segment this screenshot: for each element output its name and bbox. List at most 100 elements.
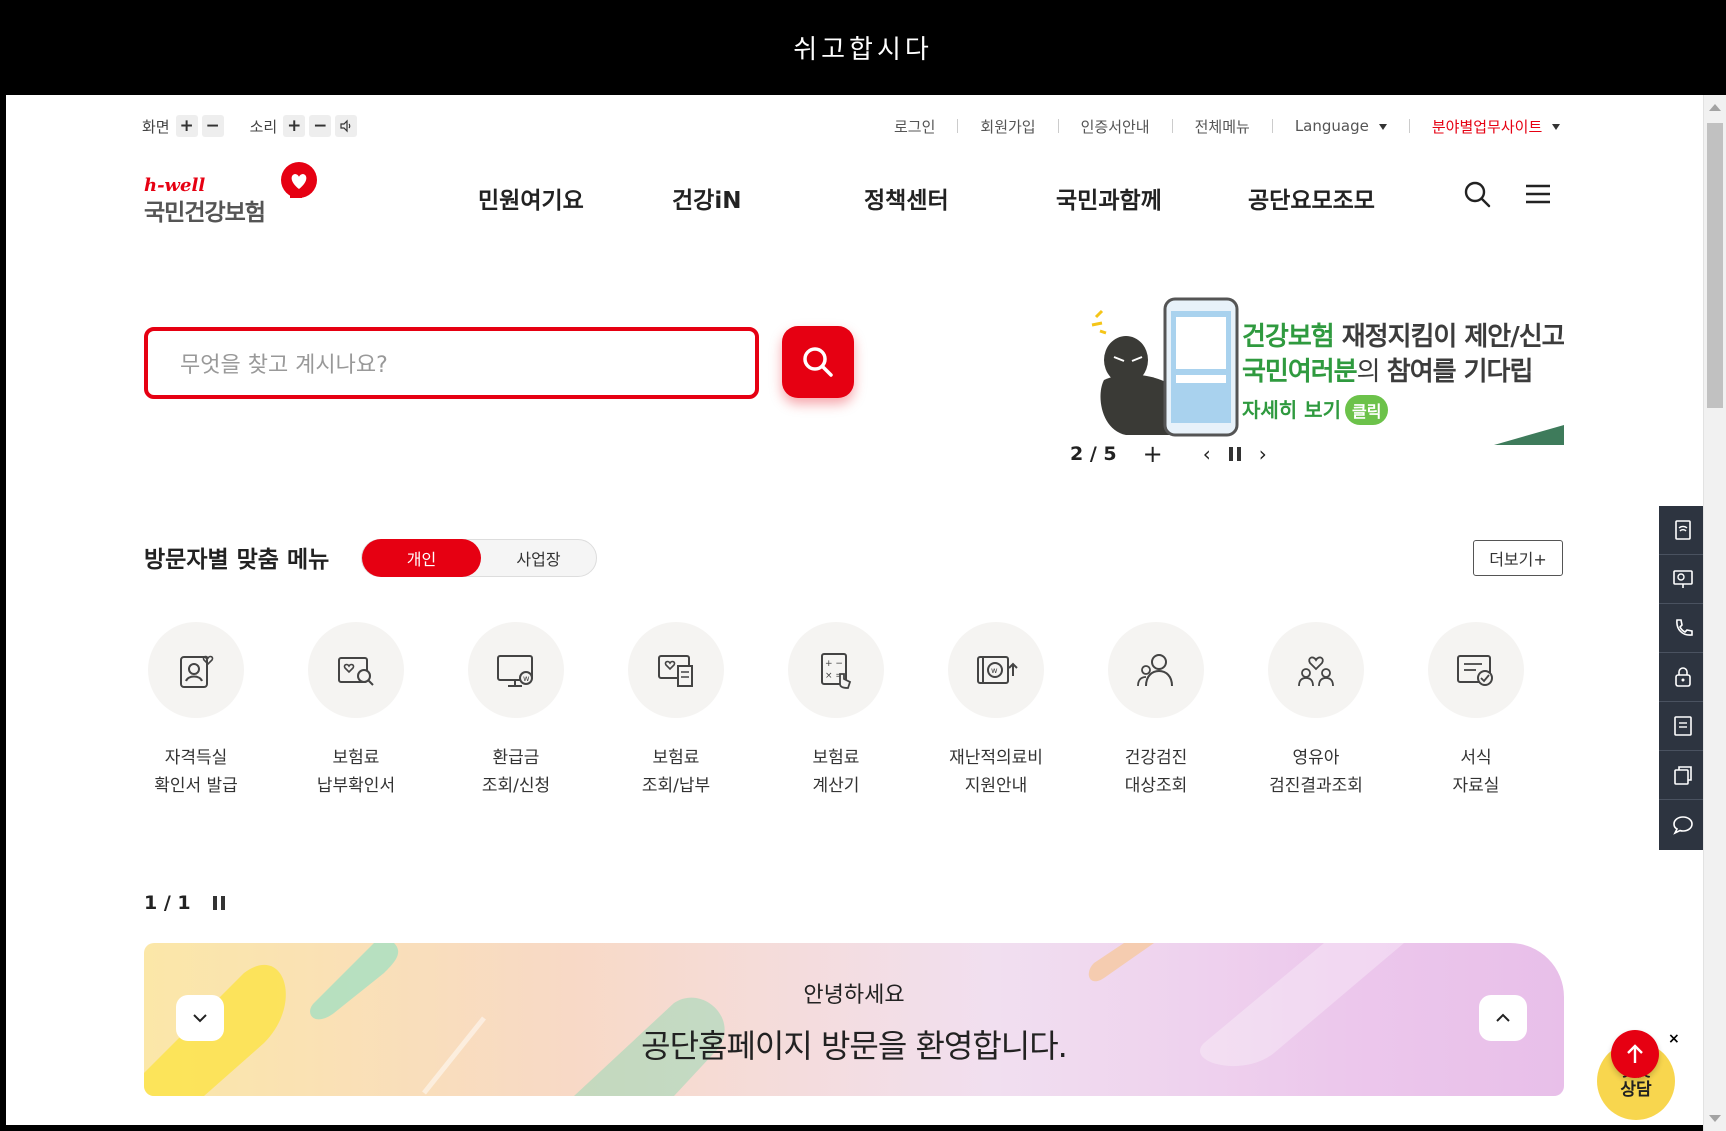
utility-links: 로그인 회원가입 인증서안내 전체메뉴 Language 분야별업무사이트 [894,114,1561,138]
chevron-up-icon [1496,1013,1510,1022]
quick-menu-label: 재난적의료비 지원안내 [949,748,1043,796]
quick-menu-label: 건강검진 대상조회 [1124,748,1188,796]
site-logo[interactable]: h-well 국민건강보험 [144,161,324,226]
quick-copy-icon[interactable] [1659,751,1707,800]
chevron-down-icon [193,1014,207,1023]
quick-menu-item[interactable]: 보험료 납부확인서 [291,622,421,800]
quick-menu-page-count: 1 / 1 [144,892,191,914]
arrow-up-icon [1627,1044,1643,1063]
nav-health-in[interactable]: 건강iN [672,181,741,215]
pause-icon[interactable] [212,896,225,910]
window-title: 쉬고합시다 [0,0,1726,95]
chevron-left-icon[interactable]: ‹ [1203,442,1211,466]
signup-link[interactable]: 회원가입 [980,116,1035,137]
calculator-icon: + − × = [788,622,884,718]
quick-phone-icon[interactable] [1659,604,1707,653]
caret-down-icon [1378,123,1387,130]
chevron-right-icon[interactable]: › [1259,442,1267,466]
refund-monitor-icon: w [468,622,564,718]
quick-document-icon[interactable] [1659,506,1707,555]
banner-headline-2: 국민여러분의 참여를 기다립 [1242,357,1533,387]
quick-menu-item[interactable]: w 환급금 조회/신청 [451,622,581,800]
welcome-banner: 안녕하세요 공단홈페이지 방문을 환영합니다. [144,943,1564,1096]
screen-zoom-in-button[interactable]: + [175,115,198,137]
business-sites-label: 분야별업무사이트 [1431,117,1543,136]
search-placeholder: 무엇을 찾고 계시나요? [180,353,388,378]
quick-menu-label: 서식 자료실 [1452,748,1500,796]
quick-lock-icon[interactable] [1659,653,1707,702]
main-search-input[interactable]: 무엇을 찾고 계시나요? [144,327,759,399]
screen-size-label: 화면 [142,117,170,136]
chatbot-close-button[interactable]: × [1668,1031,1680,1047]
welcome-deco-shapes [144,943,1404,1096]
certificate-guide-link[interactable]: 인증서안내 [1081,116,1150,137]
page-scrollbar[interactable] [1703,95,1726,1131]
scroll-top-button[interactable] [1611,1030,1659,1078]
divider [1408,119,1410,133]
quick-menu-label: 보험료 조회/납부 [641,748,711,796]
visitor-type-toggle: 개인 사업장 [361,539,597,577]
phone-illustration [1091,297,1239,437]
quick-menu-item[interactable]: 서식 자료실 [1411,622,1541,800]
quick-menu-item[interactable]: + − × = 보험료 계산기 [771,622,901,800]
language-label: Language [1294,117,1369,135]
promo-banner[interactable]: 건강보험 재정지킴이 제안/신고 국민여러분의 참여를 기다립 자세히 보기 클릭 [1066,295,1564,445]
divider [957,119,959,133]
click-badge: 클릭 [1344,395,1389,425]
right-quick-bar [1659,506,1707,850]
premium-pay-icon [628,622,724,718]
accessibility-controls: 화면 + − 소리 + − [142,114,361,138]
pause-icon[interactable] [1228,447,1241,461]
welcome-greeting: 안녕하세요 [803,983,905,1008]
payment-confirm-icon [308,622,404,718]
quick-menu-label: 보험료 계산기 [812,748,860,796]
visitor-menu-title: 방문자별 맞춤 메뉴 [144,547,330,573]
business-sites-dropdown[interactable]: 분야별업무사이트 [1431,116,1561,137]
divider [1057,119,1059,133]
quick-menu-label: 환급금 조회/신청 [481,748,551,796]
speaker-icon[interactable] [335,115,358,137]
full-menu-link[interactable]: 전체메뉴 [1195,116,1250,137]
quick-menu-item[interactable]: 자격득실 확인서 발급 [131,622,261,800]
nav-civil-service[interactable]: 민원여기요 [478,181,584,215]
search-icon[interactable] [1462,179,1492,209]
welcome-collapse-button[interactable] [176,995,224,1041]
nav-with-citizens[interactable]: 국민과함께 [1056,181,1162,215]
banner-deco-shape [1494,425,1564,445]
scroll-up-arrow-icon[interactable] [1709,104,1721,111]
quick-menu-item[interactable]: 영유아 검진결과조회 [1251,622,1381,800]
screen-zoom-out-button[interactable]: − [201,115,224,137]
banner-view-all-button[interactable]: + [1143,440,1163,468]
quick-menu-label: 보험료 납부확인서 [316,748,396,796]
logo-title: 국민건강보험 [144,200,266,226]
quick-menu-pager: 1 / 1 [144,892,225,914]
nav-policy-center[interactable]: 정책센터 [864,181,949,215]
tab-business[interactable]: 사업장 [481,540,596,576]
quick-menu-item[interactable]: w 재난적의료비 지원안내 [931,622,1061,800]
banner-detail-link[interactable]: 자세히 보기 클릭 [1242,394,1389,425]
heart-logo-icon [281,162,317,198]
nav-about-corporation[interactable]: 공단요모조모 [1248,181,1375,215]
quick-chat-icon[interactable] [1659,800,1707,849]
chatbot-label-2: 상담 [1620,1080,1652,1100]
tab-personal[interactable]: 개인 [362,539,481,577]
scrollbar-thumb[interactable] [1707,123,1723,408]
quick-consult-icon[interactable] [1659,555,1707,604]
scroll-down-arrow-icon[interactable] [1709,1115,1721,1122]
sound-down-button[interactable]: − [309,115,332,137]
infant-checkup-icon [1268,622,1364,718]
hamburger-menu-icon[interactable] [1523,179,1553,209]
quick-menu-item[interactable]: 건강검진 대상조회 [1091,622,1221,800]
quick-list-icon[interactable] [1659,702,1707,751]
login-link[interactable]: 로그인 [894,116,935,137]
browser-page: 화면 + − 소리 + − 로그인 회원가입 인증서안내 전체메뉴 Langua… [6,95,1710,1125]
sound-up-button[interactable]: + [283,115,306,137]
language-dropdown[interactable]: Language [1295,117,1387,135]
checkup-people-icon [1108,622,1204,718]
more-button[interactable]: 더보기+ [1473,540,1563,576]
quick-menu-item[interactable]: 보험료 조회/납부 [611,622,741,800]
divider [1171,119,1173,133]
search-submit-button[interactable] [782,326,854,398]
caret-down-icon [1552,124,1561,130]
welcome-expand-button[interactable] [1479,995,1527,1041]
